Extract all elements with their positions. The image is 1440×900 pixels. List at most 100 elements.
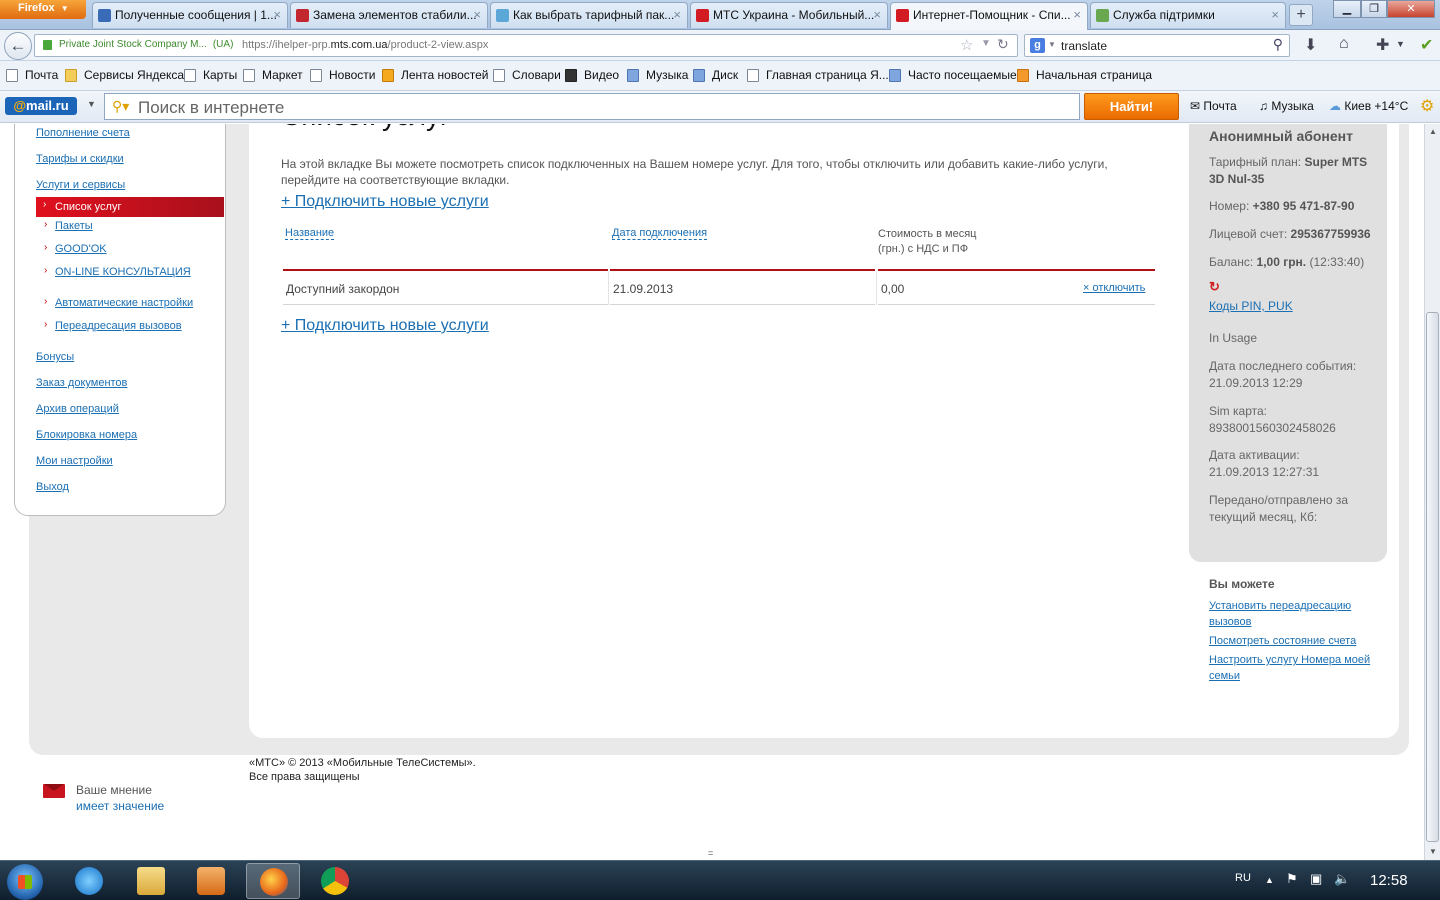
tab-3[interactable]: Как выбрать тарифный пак... × bbox=[490, 2, 688, 28]
pin-puk-link[interactable]: Коды PIN, PUK bbox=[1209, 299, 1293, 313]
bookmark-item[interactable]: Карты bbox=[184, 68, 237, 82]
back-button[interactable]: ← bbox=[4, 32, 32, 60]
site-identity[interactable]: Private Joint Stock Company M... (UA) bbox=[59, 39, 233, 50]
home-icon[interactable]: ⌂ bbox=[1339, 35, 1349, 53]
sidebar-subitem-call-forwarding[interactable]: Переадресация вызовов bbox=[55, 320, 182, 332]
music-button[interactable]: ♫ Музыка bbox=[1259, 99, 1314, 113]
taskbar-chrome[interactable] bbox=[308, 863, 362, 899]
firefox-icon bbox=[1017, 69, 1029, 82]
envelope-icon[interactable] bbox=[43, 784, 65, 798]
minimize-button[interactable]: ▁ bbox=[1333, 0, 1361, 18]
bookmark-item[interactable]: Маркет bbox=[243, 68, 303, 82]
sidebar-subitem-packages[interactable]: Пакеты bbox=[55, 220, 93, 232]
chevron-down-icon[interactable]: ▼ bbox=[981, 38, 991, 49]
bookmark-item[interactable]: Новости bbox=[310, 68, 375, 82]
sidebar-subitem-online-consult[interactable]: ON-LINE КОНСУЛЬТАЦИЯ bbox=[55, 266, 191, 278]
bookmark-item[interactable]: Видео bbox=[565, 68, 619, 82]
bookmark-item[interactable]: Диск bbox=[693, 68, 738, 82]
taskbar-firefox[interactable] bbox=[246, 863, 300, 899]
chevron-up-icon[interactable]: ▲ bbox=[1265, 875, 1274, 885]
search-box[interactable]: g ▼ translate ⚲ bbox=[1024, 34, 1290, 57]
volume-icon[interactable]: 🔈 bbox=[1334, 871, 1350, 887]
sidebar-item-block-number[interactable]: Блокировка номера bbox=[36, 429, 137, 441]
taskbar-media-player[interactable] bbox=[184, 863, 238, 899]
bookmark-item[interactable]: Музыка bbox=[627, 68, 688, 82]
bookmark-item[interactable]: Главная страница Я... bbox=[747, 68, 889, 82]
close-icon[interactable]: × bbox=[1073, 7, 1081, 22]
url-text[interactable]: https://ihelper-prp.mts.com.ua/product-2… bbox=[242, 39, 488, 51]
close-icon[interactable]: × bbox=[1271, 7, 1279, 22]
chevron-down-icon[interactable]: ▼ bbox=[1396, 39, 1405, 49]
sidebar-item-operations-archive[interactable]: Архив операций bbox=[36, 403, 119, 415]
set-forwarding-link[interactable]: Установить переадресацию вызовов bbox=[1209, 598, 1379, 630]
tab-5-active[interactable]: Интернет-Помощник - Спи... × bbox=[890, 2, 1088, 30]
disconnect-link[interactable]: × отключить bbox=[1083, 282, 1145, 294]
url-bar[interactable]: Private Joint Stock Company M... (UA) htt… bbox=[34, 34, 1018, 57]
taskbar-ie[interactable] bbox=[62, 863, 116, 899]
family-number-link[interactable]: Настроить услугу Номера моей семьи bbox=[1209, 652, 1379, 684]
scroll-up-icon[interactable]: ▲ bbox=[1425, 124, 1440, 140]
reload-icon[interactable]: ↻ bbox=[997, 36, 1009, 53]
maximize-button[interactable]: ❐ bbox=[1361, 0, 1387, 18]
download-icon[interactable]: ⬇ bbox=[1304, 35, 1317, 55]
add-services-link[interactable]: + Подключить новые услуги bbox=[281, 193, 489, 211]
new-tab-button[interactable]: + bbox=[1289, 4, 1313, 26]
chevron-down-icon[interactable]: ▼ bbox=[87, 99, 96, 109]
bookmark-item[interactable]: Начальная страница bbox=[1017, 68, 1152, 82]
mailru-search-input[interactable]: ⚲▾ Поиск в интернете bbox=[104, 93, 1080, 120]
sidebar-subitem-auto-settings[interactable]: Автоматические настройки bbox=[55, 297, 193, 309]
bookmark-item[interactable]: Часто посещаемые bbox=[889, 68, 1017, 82]
search-icon[interactable]: ⚲ bbox=[1273, 36, 1283, 53]
bookmark-item[interactable]: Словари bbox=[493, 68, 561, 82]
bookmark-item[interactable]: Сервисы Яндекса bbox=[65, 68, 184, 82]
mailru-logo[interactable]: @mail.ru bbox=[5, 97, 77, 115]
taskbar-explorer[interactable] bbox=[124, 863, 178, 899]
sidebar-item-tariffs[interactable]: Тарифы и скидки bbox=[36, 153, 124, 165]
feedback-link[interactable]: Ваше мнение имеет значение bbox=[76, 782, 164, 814]
folder-icon bbox=[137, 867, 165, 895]
start-button[interactable] bbox=[7, 864, 43, 900]
tab-6[interactable]: Служба підтримки × bbox=[1090, 2, 1286, 28]
weather-button[interactable]: ☁ Киев +14°C bbox=[1329, 99, 1408, 113]
column-header-name[interactable]: Название bbox=[285, 227, 335, 240]
close-icon[interactable]: × bbox=[273, 7, 281, 22]
column-header-date[interactable]: Дата подключения bbox=[612, 227, 708, 240]
close-icon[interactable]: × bbox=[873, 7, 881, 22]
firefox-menu-button[interactable]: Firefox ▼ bbox=[0, 0, 86, 19]
sidebar-item-bonuses[interactable]: Бонусы bbox=[36, 351, 74, 363]
chevron-down-icon[interactable]: ▼ bbox=[1048, 40, 1056, 49]
extension-icon[interactable]: ✔ bbox=[1420, 35, 1433, 55]
addons-icon[interactable]: ✚ bbox=[1376, 35, 1389, 55]
bookmark-item[interactable]: Почта bbox=[6, 68, 58, 82]
google-icon[interactable]: g bbox=[1030, 38, 1045, 53]
find-button[interactable]: Найти! bbox=[1084, 93, 1179, 120]
sidebar-item-logout[interactable]: Выход bbox=[36, 481, 69, 493]
mail-button[interactable]: ✉ Почта bbox=[1190, 99, 1237, 113]
sidebar-item-services[interactable]: Услуги и сервисы bbox=[36, 179, 125, 191]
sidebar-item-documents[interactable]: Заказ документов bbox=[36, 377, 127, 389]
account-status-link[interactable]: Посмотреть состояние счета bbox=[1209, 633, 1379, 649]
close-icon[interactable]: × bbox=[473, 7, 481, 22]
language-indicator[interactable]: RU bbox=[1235, 872, 1251, 884]
flag-icon[interactable]: ⚑ bbox=[1286, 871, 1298, 887]
vertical-scrollbar[interactable]: ▲ ▼ bbox=[1424, 124, 1440, 860]
network-icon[interactable]: ▣ bbox=[1310, 871, 1322, 887]
add-services-link-bottom[interactable]: + Подключить новые услуги bbox=[281, 317, 489, 335]
tab-2[interactable]: Замена элементов стабили... × bbox=[290, 2, 488, 28]
close-icon[interactable]: × bbox=[673, 7, 681, 22]
sidebar-subitem-goodok[interactable]: GOOD'OK bbox=[55, 243, 107, 255]
gear-icon[interactable]: ⚙ bbox=[1420, 96, 1434, 116]
sidebar-subitem-services-list[interactable]: › Список услуг bbox=[36, 197, 224, 217]
sidebar-item-topup[interactable]: Пополнение счета bbox=[36, 127, 130, 139]
search-query[interactable]: translate bbox=[1061, 39, 1107, 53]
scroll-down-icon[interactable]: ▼ bbox=[1425, 844, 1440, 860]
bookmark-star-icon[interactable]: ☆ bbox=[960, 36, 973, 54]
tab-1[interactable]: Полученные сообщения | 1... × bbox=[92, 2, 288, 28]
tab-4[interactable]: МТС Украина - Мобильный... × bbox=[690, 2, 888, 28]
sidebar-item-my-settings[interactable]: Мои настройки bbox=[36, 455, 113, 467]
clock[interactable]: 12:58 bbox=[1370, 872, 1408, 889]
refresh-icon[interactable]: ↻ bbox=[1209, 279, 1220, 295]
scroll-thumb[interactable] bbox=[1426, 312, 1439, 842]
bookmark-item[interactable]: Лента новостей bbox=[382, 68, 489, 82]
close-window-button[interactable]: ✕ bbox=[1387, 0, 1435, 18]
